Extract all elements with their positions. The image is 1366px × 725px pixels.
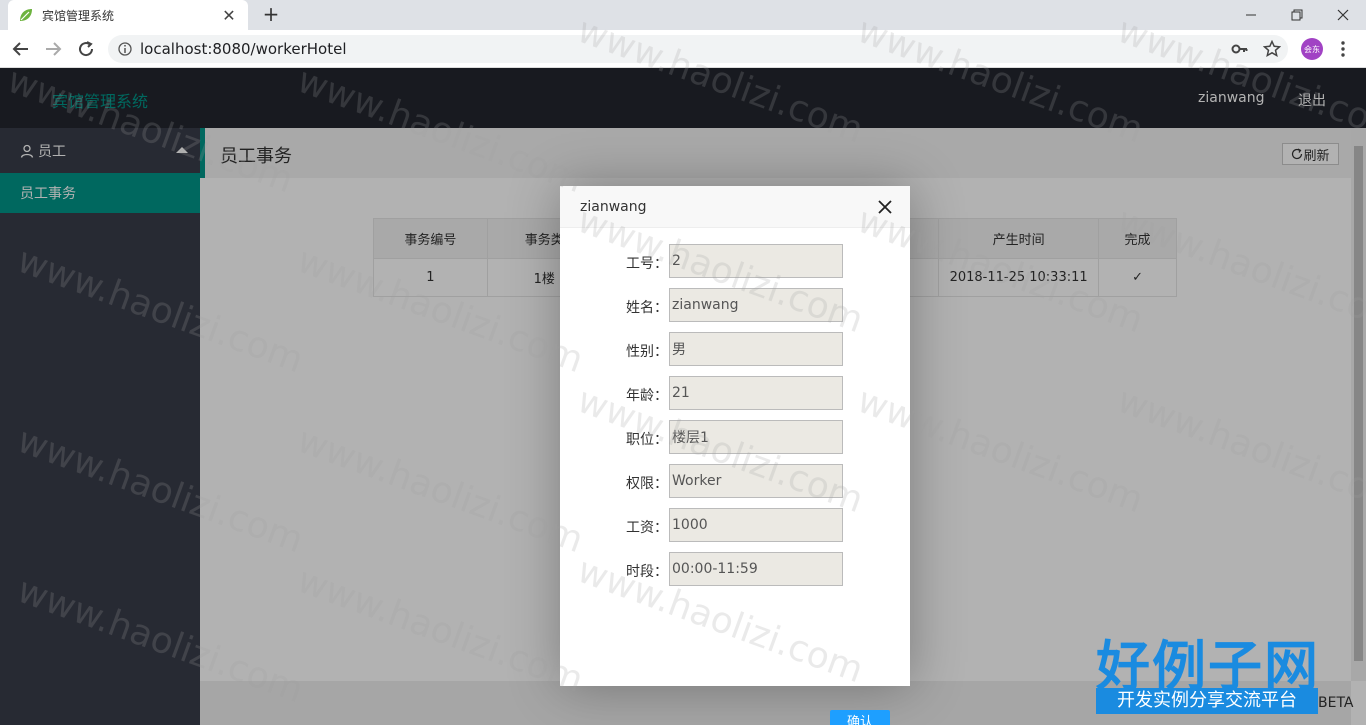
field-row-shift: 时段： xyxy=(560,552,910,586)
close-window-icon xyxy=(1337,9,1349,21)
reload-icon xyxy=(79,41,94,57)
employee-id-field[interactable] xyxy=(669,244,843,278)
field-label-salary: 工资： xyxy=(626,520,668,536)
close-icon[interactable] xyxy=(876,198,894,216)
restore-button[interactable] xyxy=(1274,0,1320,30)
field-label-id: 工号： xyxy=(626,256,668,272)
browser-toolbar: localhost:8080/workerHotel xyxy=(0,30,1366,68)
employee-detail-modal: zianwang 工号： 姓名： 性别： 年龄： 职位： 权限： 工资： 时段： xyxy=(560,186,910,686)
field-label-permission: 权限： xyxy=(626,476,668,492)
url-text: localhost:8080/workerHotel xyxy=(140,40,347,58)
permission-field[interactable] xyxy=(669,464,843,498)
close-window-button[interactable] xyxy=(1320,0,1366,30)
back-arrow-icon xyxy=(12,42,28,56)
age-field[interactable] xyxy=(669,376,843,410)
reload-button[interactable] xyxy=(75,38,97,60)
field-row-name: 姓名： xyxy=(560,288,910,322)
new-tab-button[interactable]: + xyxy=(260,3,282,25)
key-icon[interactable] xyxy=(1230,39,1250,59)
field-label-shift: 时段： xyxy=(626,564,668,580)
field-row-id: 工号： xyxy=(560,244,910,278)
back-button[interactable] xyxy=(10,38,32,60)
salary-field[interactable] xyxy=(669,508,843,542)
confirm-button[interactable]: 确认 xyxy=(830,710,890,725)
field-label-name: 姓名： xyxy=(626,300,668,316)
minimize-icon xyxy=(1246,14,1256,16)
field-row-permission: 权限： xyxy=(560,464,910,498)
field-row-position: 职位： xyxy=(560,420,910,454)
minimize-button[interactable] xyxy=(1228,0,1274,30)
bookmark-star-icon[interactable] xyxy=(1262,39,1282,59)
field-label-position: 职位： xyxy=(626,432,668,448)
browser-tabstrip: 宾馆管理系统 ✕ + xyxy=(0,0,1366,30)
forward-arrow-icon xyxy=(46,42,62,56)
gender-field[interactable] xyxy=(669,332,843,366)
field-label-age: 年龄： xyxy=(626,388,668,404)
address-bar[interactable]: localhost:8080/workerHotel xyxy=(108,35,1288,63)
forward-button[interactable] xyxy=(42,38,64,60)
browser-tab[interactable]: 宾馆管理系统 ✕ xyxy=(8,0,248,30)
restore-icon xyxy=(1291,9,1303,21)
brand-watermark: 好例子网 开发实例分享交流平台 xyxy=(1094,622,1334,722)
tab-close-icon[interactable]: ✕ xyxy=(220,6,238,25)
field-row-salary: 工资： xyxy=(560,508,910,542)
tab-title: 宾馆管理系统 xyxy=(42,8,115,23)
modal-title: zianwang xyxy=(580,199,647,215)
info-icon xyxy=(118,42,132,56)
name-field[interactable] xyxy=(669,288,843,322)
profile-avatar[interactable]: 会东 xyxy=(1301,38,1323,60)
modal-header: zianwang xyxy=(560,186,910,228)
shift-field[interactable] xyxy=(669,552,843,586)
field-row-age: 年龄： xyxy=(560,376,910,410)
menu-dots-icon[interactable] xyxy=(1333,39,1353,59)
leaf-icon xyxy=(20,9,32,21)
field-label-gender: 性别： xyxy=(626,344,668,360)
brand-tagline: 开发实例分享交流平台 xyxy=(1096,688,1318,714)
position-field[interactable] xyxy=(669,420,843,454)
field-row-gender: 性别： xyxy=(560,332,910,366)
